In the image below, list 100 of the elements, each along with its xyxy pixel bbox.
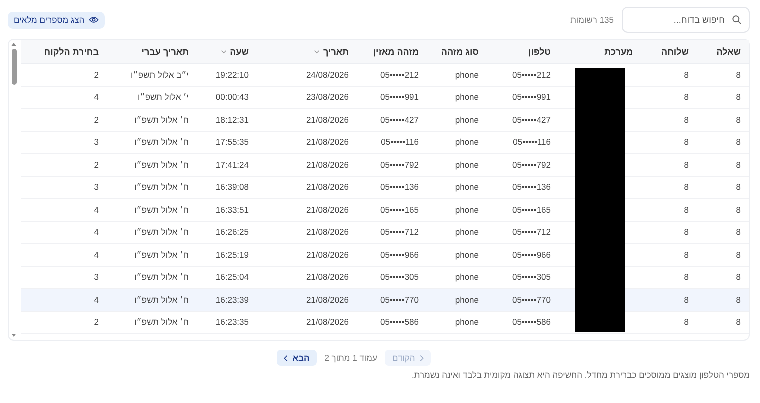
phone-cell: 05•••••770 (512, 294, 551, 305)
column-header[interactable]: תאריך (314, 46, 349, 56)
choice-cell: 2 (94, 317, 99, 328)
date-cell: 21/08/2026 (306, 250, 349, 260)
id-type-cell: phone (455, 114, 479, 125)
time-cell: 16:23:39 (216, 294, 249, 305)
sort-caret-icon (314, 50, 320, 54)
choice-cell: 3 (94, 137, 99, 148)
search-icon (732, 15, 742, 25)
time-cell: 16:33:51 (216, 204, 249, 215)
listener-id-cell: 05•••••136 (380, 182, 419, 192)
eye-icon (88, 16, 99, 24)
hebrew-date-cell: י׳ אלול תשפ״ו (138, 92, 189, 102)
id-type-cell: phone (455, 250, 479, 260)
extension-cell: 8 (684, 137, 689, 148)
id-type-cell: phone (455, 272, 479, 282)
phone-cell: 05•••••427 (512, 114, 551, 125)
chevron-left-icon (284, 354, 288, 362)
hebrew-date-cell: י״ב אלול תשפ״ו (131, 70, 189, 80)
phone-cell: 05•••••305 (512, 272, 551, 282)
date-cell: 21/08/2026 (306, 204, 349, 215)
hebrew-date-cell: ח׳ אלול תשפ״ו (134, 317, 189, 328)
next-page-button[interactable]: הבא (276, 350, 317, 366)
extension-cell: 8 (684, 70, 689, 80)
scrollbar-thumb[interactable] (12, 49, 16, 85)
choice-cell: 4 (94, 92, 99, 102)
question-cell: 8 (736, 204, 741, 215)
id-type-cell: phone (455, 137, 479, 148)
column-header: שאלה (716, 46, 741, 56)
question-cell: 8 (736, 114, 741, 125)
phone-cell: 05•••••792 (512, 160, 551, 170)
date-cell: 21/08/2026 (306, 137, 349, 148)
phone-cell: 05•••••136 (512, 182, 551, 192)
record-count: 135 רשומות (570, 15, 614, 25)
question-cell: 8 (736, 92, 741, 102)
hebrew-date-cell: ח׳ אלול תשפ״ו (134, 137, 189, 148)
column-header: טלפון (528, 46, 551, 56)
extension-cell: 8 (684, 227, 689, 238)
question-cell: 8 (736, 272, 741, 282)
scroll-up-icon[interactable] (11, 42, 17, 47)
choice-cell: 2 (94, 70, 99, 80)
choice-cell: 4 (94, 204, 99, 215)
scroll-down-icon[interactable] (11, 333, 17, 338)
time-cell: 16:25:04 (216, 272, 249, 282)
question-cell: 8 (736, 160, 741, 170)
time-cell: 16:23:35 (216, 317, 249, 328)
extension-cell: 8 (684, 160, 689, 170)
hebrew-date-cell: ח׳ אלול תשפ״ו (134, 294, 189, 305)
time-cell: 00:00:43 (216, 92, 249, 102)
phone-cell: 05•••••586 (512, 317, 551, 328)
extension-cell: 8 (684, 204, 689, 215)
id-type-cell: phone (455, 70, 479, 80)
footer-note: מספרי הטלפון מוצגים ממוסכים כברירת מחדל. החשיפה היא תצוגה מקומית בלבד ואינה נשמרת. (411, 370, 750, 380)
phone-cell: 05•••••212 (512, 70, 551, 80)
question-cell: 8 (736, 182, 741, 192)
hebrew-date-cell: ח׳ אלול תשפ״ו (134, 250, 189, 260)
page-info: עמוד 1 מתוך 2 (324, 353, 378, 363)
show-full-numbers-button[interactable]: הצג מספרים מלאים (8, 12, 105, 28)
choice-cell: 2 (94, 114, 99, 125)
extension-cell: 8 (684, 114, 689, 125)
question-cell: 8 (736, 317, 741, 328)
id-type-cell: phone (455, 160, 479, 170)
choice-cell: 4 (94, 250, 99, 260)
extension-cell: 8 (684, 317, 689, 328)
hebrew-date-cell: ח׳ אלול תשפ״ו (134, 204, 189, 215)
hebrew-date-cell: ח׳ אלול תשפ״ו (134, 272, 189, 282)
column-header: שלוחה (662, 46, 689, 56)
id-type-cell: phone (455, 294, 479, 305)
listener-id-cell: 05•••••212 (380, 70, 419, 80)
hebrew-date-cell: ח׳ אלול תשפ״ו (134, 182, 189, 192)
id-type-cell: phone (455, 317, 479, 328)
question-cell: 8 (736, 294, 741, 305)
time-cell: 16:26:25 (216, 227, 249, 238)
time-cell: 19:22:10 (216, 70, 249, 80)
choice-cell: 4 (94, 294, 99, 305)
phone-cell: 05•••••712 (512, 227, 551, 238)
date-cell: 21/08/2026 (306, 227, 349, 238)
time-cell: 17:55:35 (216, 137, 249, 148)
choice-cell: 4 (94, 227, 99, 238)
phone-cell: 05•••••165 (512, 204, 551, 215)
choice-cell: 3 (94, 272, 99, 282)
id-type-cell: phone (455, 204, 479, 215)
date-cell: 21/08/2026 (306, 272, 349, 282)
hebrew-date-cell: ח׳ אלול תשפ״ו (134, 160, 189, 170)
choice-cell: 3 (94, 182, 99, 192)
id-type-cell: phone (455, 92, 479, 102)
id-type-cell: phone (455, 182, 479, 192)
extension-cell: 8 (684, 92, 689, 102)
search-field[interactable]: חיפוש בדוח... (622, 7, 750, 33)
phone-cell: 05•••••966 (512, 250, 551, 260)
date-cell: 21/08/2026 (306, 114, 349, 125)
question-cell: 8 (736, 250, 741, 260)
column-header[interactable]: שעה (221, 46, 249, 56)
listener-id-cell: 05•••••165 (380, 204, 419, 215)
extension-cell: 8 (684, 182, 689, 192)
listener-id-cell: 05•••••770 (380, 294, 419, 305)
time-cell: 18:12:31 (216, 114, 249, 125)
column-header: מערכת (604, 46, 633, 56)
sort-caret-icon (221, 50, 228, 54)
extension-cell: 8 (684, 250, 689, 260)
